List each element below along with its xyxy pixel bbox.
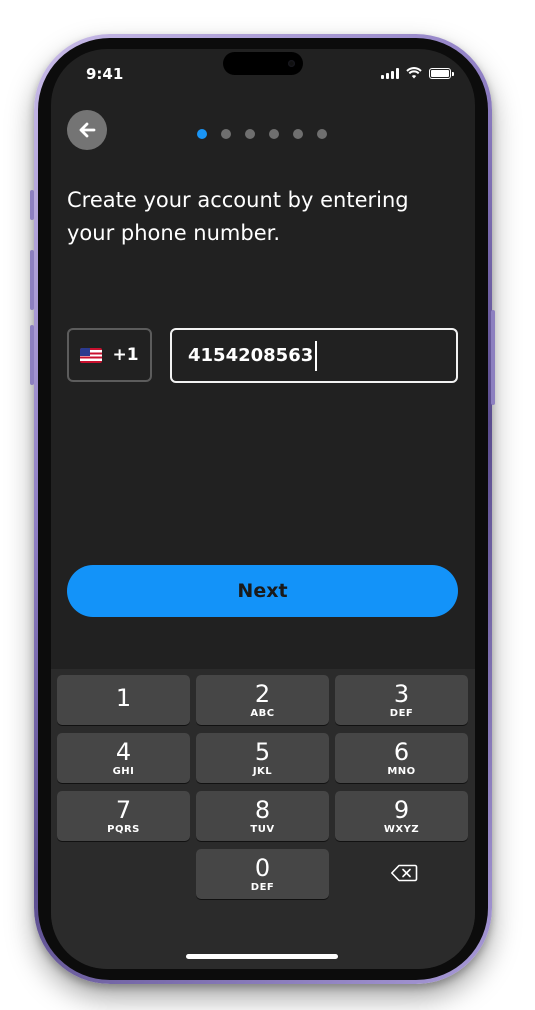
- us-flag-icon: [80, 347, 103, 363]
- key-letters: GHI: [112, 766, 135, 777]
- key-digit: 0: [254, 854, 271, 882]
- key-digit: 8: [254, 796, 271, 824]
- keypad-key-5[interactable]: 5 JKL: [196, 733, 329, 783]
- home-indicator[interactable]: [186, 954, 338, 959]
- delete-key[interactable]: [384, 860, 424, 886]
- battery-icon: [429, 67, 454, 79]
- cellular-signal-icon: [381, 67, 399, 79]
- keypad-key-6[interactable]: 6 MNO: [335, 733, 468, 783]
- key-digit: 5: [254, 738, 271, 766]
- next-button[interactable]: Next: [67, 565, 458, 617]
- key-digit: 6: [393, 738, 410, 766]
- back-button[interactable]: [67, 110, 107, 150]
- progress-dot: [317, 129, 327, 139]
- keypad-key-7[interactable]: 7 PQRS: [57, 791, 190, 841]
- key-letters: TUV: [250, 824, 275, 835]
- action-button: [30, 190, 34, 220]
- backspace-icon: [391, 864, 418, 882]
- status-icons: [381, 67, 454, 79]
- dynamic-island: [223, 52, 303, 75]
- keypad-key-1[interactable]: 1: [57, 675, 190, 725]
- key-letters: DEF: [389, 708, 414, 719]
- country-code-label: +1: [112, 345, 139, 365]
- key-letters: JKL: [252, 766, 273, 777]
- key-digit: 3: [393, 680, 410, 708]
- progress-dot: [269, 129, 279, 139]
- key-digit: 9: [393, 796, 410, 824]
- status-time: 9:41: [86, 65, 124, 83]
- progress-dot: [293, 129, 303, 139]
- progress-dot: [245, 129, 255, 139]
- keypad-key-0[interactable]: 0 DEF: [196, 849, 329, 899]
- numeric-keypad: 0 DEF 9 WXYZ 8 TUV 7 PQRS 6 MNO 5 JKL 4 GHI 3 DEF 2 ABC 1: [51, 669, 475, 969]
- key-letters: MNO: [387, 766, 416, 777]
- country-code-selector[interactable]: +1: [67, 328, 152, 382]
- key-digit: 1: [115, 684, 132, 712]
- key-digit: 2: [254, 680, 271, 708]
- key-digit: 7: [115, 796, 132, 824]
- keypad-key-9[interactable]: 9 WXYZ: [335, 791, 468, 841]
- text-caret: [315, 340, 317, 371]
- page-title: Create your account by entering your pho…: [67, 188, 409, 245]
- keypad-key-3[interactable]: 3 DEF: [335, 675, 468, 725]
- progress-dot: [197, 129, 207, 139]
- key-letters: WXYZ: [383, 824, 420, 835]
- phone-number-value: 4154208563: [188, 345, 314, 366]
- phone-number-input[interactable]: 4154208563: [170, 328, 458, 383]
- arrow-left-icon: [79, 122, 96, 138]
- keypad-key-4[interactable]: 4 GHI: [57, 733, 190, 783]
- key-letters: ABC: [250, 708, 275, 719]
- power-button: [491, 310, 495, 405]
- keypad-key-2[interactable]: 2 ABC: [196, 675, 329, 725]
- key-letters: DEF: [250, 882, 275, 893]
- keypad-key-8[interactable]: 8 TUV: [196, 791, 329, 841]
- progress-dot: [221, 129, 231, 139]
- key-letters: PQRS: [107, 824, 140, 835]
- volume-down-button: [30, 325, 34, 385]
- progress-dots: [197, 129, 327, 139]
- key-digit: 4: [115, 738, 132, 766]
- volume-up-button: [30, 250, 34, 310]
- screen: 9:41 Create your account by entering you…: [51, 49, 475, 969]
- wifi-icon: [406, 67, 422, 79]
- camera-icon: [288, 60, 295, 67]
